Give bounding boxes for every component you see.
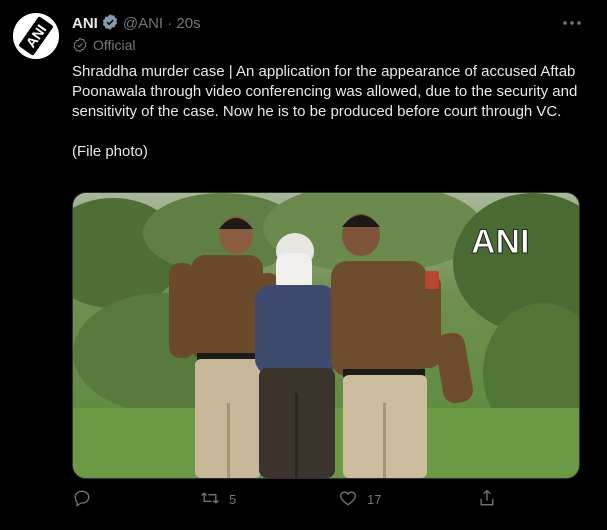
- author-name[interactable]: ANI: [72, 15, 98, 32]
- tweet-body: Shraddha murder case | An application fo…: [72, 63, 578, 120]
- separator-dot: ·: [167, 15, 173, 32]
- reply-button[interactable]: [72, 488, 92, 510]
- like-count: 17: [367, 492, 382, 507]
- verified-badge-icon: [101, 13, 119, 37]
- photo-watermark: ANI: [471, 223, 530, 261]
- avatar[interactable]: ANI: [13, 13, 59, 59]
- tweet: ANI ANI @ANI · 20s Official Shraddha murd…: [0, 0, 607, 530]
- retweet-icon: [201, 492, 219, 504]
- retweet-count: 5: [229, 492, 237, 507]
- tweet-actions: 5 17: [72, 488, 572, 510]
- official-label: Official: [72, 36, 136, 54]
- share-button[interactable]: [477, 488, 497, 510]
- author-handle[interactable]: @ANI: [123, 15, 163, 32]
- more-options-icon[interactable]: [559, 12, 585, 34]
- tweet-timestamp[interactable]: 20s: [176, 15, 200, 32]
- tweet-header: ANI @ANI · 20s: [72, 13, 567, 33]
- tweet-text: Shraddha murder case | An application fo…: [72, 62, 582, 162]
- official-text: Official: [93, 37, 136, 53]
- heart-icon: [340, 491, 356, 506]
- like-button[interactable]: 17: [338, 488, 381, 510]
- share-icon: [480, 490, 494, 506]
- tweet-caption: (File photo): [72, 143, 148, 160]
- reply-icon: [74, 490, 90, 507]
- tweet-photo[interactable]: ANI: [72, 192, 580, 479]
- retweet-button[interactable]: 5: [200, 488, 236, 510]
- official-badge-icon: [73, 37, 87, 53]
